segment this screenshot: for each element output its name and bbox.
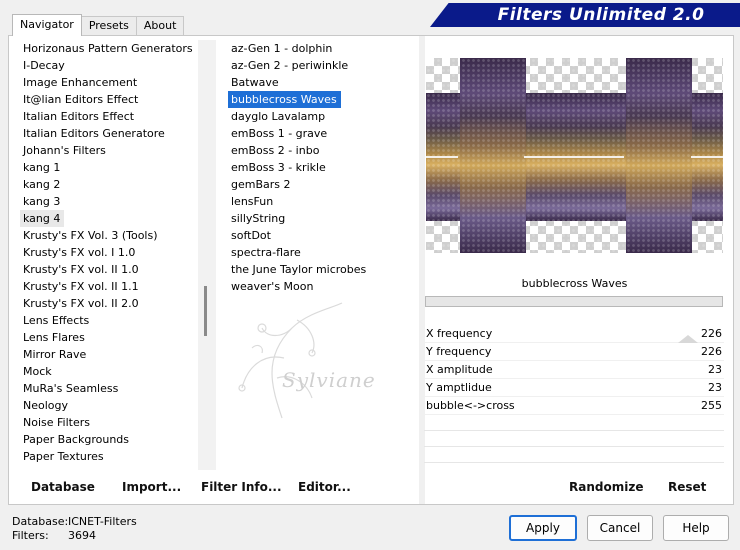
database-button[interactable]: Database: [31, 480, 95, 494]
category-item[interactable]: kang 4: [20, 210, 65, 227]
tab-navigator[interactable]: Navigator: [12, 14, 82, 36]
apply-button[interactable]: Apply: [509, 515, 577, 541]
category-item[interactable]: Krusty's FX Vol. 3 (Tools): [20, 227, 198, 244]
category-item[interactable]: Krusty's FX vol. II 1.0: [20, 261, 198, 278]
category-item[interactable]: Lens Effects: [20, 312, 198, 329]
filter-item[interactable]: emBoss 3 - krikle: [228, 159, 418, 176]
filter-item[interactable]: weaver's Moon: [228, 278, 418, 295]
filters-label: Filters:: [12, 529, 49, 542]
category-item[interactable]: Lens Flares: [20, 329, 198, 346]
watermark-flourish: [238, 302, 343, 419]
parameter-label: X amplitude: [426, 363, 493, 376]
category-item[interactable]: Krusty's FX vol. I 1.0: [20, 244, 198, 261]
parameter-row[interactable]: Y amptlidue 23: [424, 379, 724, 397]
category-item[interactable]: I-Decay: [20, 57, 198, 74]
filter-item[interactable]: emBoss 1 - grave: [228, 125, 418, 142]
filter-item[interactable]: gemBars 2: [228, 176, 418, 193]
category-item[interactable]: Johann's Filters: [20, 142, 198, 159]
slider-marker-icon[interactable]: [678, 335, 698, 343]
app-title: Filters Unlimited 2.0: [497, 5, 705, 25]
filter-item[interactable]: lensFun: [228, 193, 418, 210]
parameter-value: 226: [701, 345, 722, 358]
category-item[interactable]: It@lian Editors Effect: [20, 91, 198, 108]
filter-info-button[interactable]: Filter Info...: [201, 480, 282, 494]
category-item[interactable]: Noise Filters: [20, 414, 198, 431]
scrollbar-thumb[interactable]: [204, 286, 207, 336]
filter-item[interactable]: Batwave: [228, 74, 418, 91]
editor-button[interactable]: Editor...: [298, 480, 351, 494]
filters-info: Filters: 3694: [12, 529, 96, 542]
parameter-row[interactable]: Y frequency 226: [424, 343, 724, 361]
parameter-row[interactable]: bubble<->cross 255: [424, 397, 724, 415]
parameter-label: X frequency: [426, 327, 493, 340]
category-scrollbar[interactable]: [198, 40, 216, 470]
watermark-text: Sylviane: [282, 368, 376, 392]
category-item[interactable]: Horizonaus Pattern Generators: [20, 40, 198, 57]
preview-line: [524, 156, 624, 158]
category-item[interactable]: Mirror Rave: [20, 346, 198, 363]
selected-filter-name: bubblecross Waves: [426, 272, 723, 296]
parameter-value: 23: [708, 381, 722, 394]
parameter-row-empty: [424, 447, 724, 463]
parameter-row-empty: [424, 431, 724, 447]
filter-preview: [426, 58, 723, 253]
category-item[interactable]: Italian Editors Generatore: [20, 125, 198, 142]
category-item[interactable]: Krusty's FX vol. II 1.1: [20, 278, 198, 295]
preview-line: [426, 156, 458, 158]
category-list[interactable]: Horizonaus Pattern Generators I-Decay Imag…: [20, 40, 198, 470]
filter-item[interactable]: the June Taylor microbes: [228, 261, 418, 278]
parameter-value: 23: [708, 363, 722, 376]
import-button[interactable]: Import...: [122, 480, 181, 494]
filter-item[interactable]: sillyString: [228, 210, 418, 227]
progress-bar: [425, 296, 723, 307]
tab-about[interactable]: About: [135, 16, 185, 36]
help-button[interactable]: Help: [663, 515, 729, 541]
tab-presets[interactable]: Presets: [80, 16, 137, 36]
parameter-list: X frequency 226 Y frequency 226 X amplitude 2…: [424, 325, 724, 463]
filter-item[interactable]: spectra-flare: [228, 244, 418, 261]
parameter-row[interactable]: X amplitude 23: [424, 361, 724, 379]
parameter-label: Y amptlidue: [426, 381, 492, 394]
filter-item[interactable]: az-Gen 1 - dolphin: [228, 40, 418, 57]
parameter-value: 226: [701, 327, 722, 340]
filter-item[interactable]: emBoss 2 - inbo: [228, 142, 418, 159]
category-item[interactable]: Paper Backgrounds: [20, 431, 198, 448]
category-item[interactable]: Krusty's FX vol. II 2.0: [20, 295, 198, 312]
category-item[interactable]: kang 2: [20, 176, 198, 193]
parameter-label: bubble<->cross: [426, 399, 515, 412]
category-item[interactable]: MuRa's Seamless: [20, 380, 198, 397]
filter-item[interactable]: dayglo Lavalamp: [228, 108, 418, 125]
category-item[interactable]: Image Enhancement: [20, 74, 198, 91]
parameter-value: 255: [701, 399, 722, 412]
database-label: Database:: [12, 515, 69, 528]
randomize-button[interactable]: Randomize: [569, 480, 643, 494]
category-item[interactable]: kang 1: [20, 159, 198, 176]
filter-item[interactable]: softDot: [228, 227, 418, 244]
reset-button[interactable]: Reset: [668, 480, 706, 494]
tab-bar: Navigator Presets About: [12, 14, 185, 36]
category-item[interactable]: Mock: [20, 363, 198, 380]
parameter-label: Y frequency: [426, 345, 492, 358]
category-item[interactable]: Neology: [20, 397, 198, 414]
database-info: Database: ICNET-Filters: [12, 515, 137, 528]
category-item[interactable]: kang 3: [20, 193, 198, 210]
preview-line: [691, 156, 723, 158]
category-item[interactable]: Italian Editors Effect: [20, 108, 198, 125]
database-value: ICNET-Filters: [68, 515, 137, 528]
parameter-row-empty: [424, 415, 724, 431]
filter-item[interactable]: bubblecross Waves: [228, 91, 341, 108]
cancel-button[interactable]: Cancel: [587, 515, 653, 541]
filter-item[interactable]: az-Gen 2 - periwinkle: [228, 57, 418, 74]
parameter-row[interactable]: X frequency 226: [424, 325, 724, 343]
category-item[interactable]: Paper Textures: [20, 448, 198, 465]
filters-count: 3694: [68, 529, 96, 542]
